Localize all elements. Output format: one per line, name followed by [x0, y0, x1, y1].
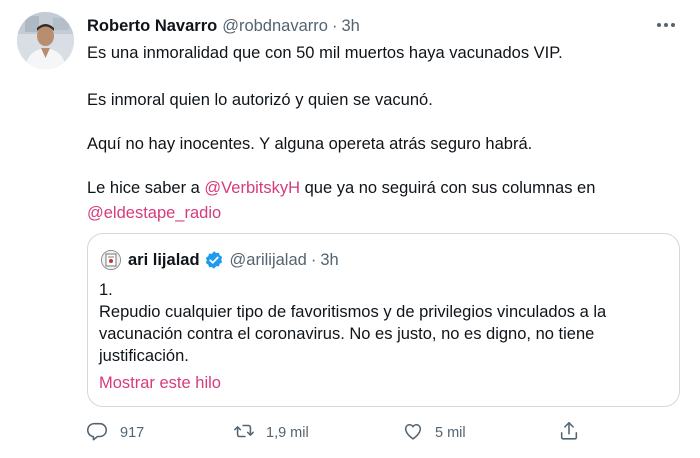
quoted-timestamp: 3h	[320, 250, 339, 269]
author-name[interactable]: Roberto Navarro	[87, 17, 217, 36]
share-icon	[558, 420, 580, 446]
show-thread-link[interactable]: Mostrar este hilo	[99, 374, 221, 393]
quoted-author-avatar	[101, 250, 121, 270]
verified-badge-icon	[204, 250, 224, 270]
retweet-icon	[233, 420, 255, 446]
quoted-tweet[interactable]: ari lijalad @arilijalad · 3h 1. Repudio …	[87, 233, 680, 407]
action-bar: 917 1,9 mil 5 mil	[87, 418, 687, 448]
retweet-count: 1,9 mil	[266, 425, 309, 441]
reply-button[interactable]: 917	[87, 418, 144, 448]
quoted-text-line: justificación.	[99, 347, 189, 365]
quoted-header: ari lijalad @arilijalad · 3h	[128, 248, 339, 272]
mention-link[interactable]: @eldestape_radio	[87, 204, 221, 222]
quoted-text-line: vacunación contra el coronavirus. No es …	[99, 325, 595, 343]
share-button[interactable]	[558, 418, 580, 448]
retweet-button[interactable]: 1,9 mil	[233, 418, 309, 448]
heart-icon	[402, 420, 424, 446]
separator-dot: ·	[331, 16, 338, 35]
author-handle[interactable]: @robdnavarro	[222, 17, 328, 36]
more-button[interactable]	[652, 12, 680, 36]
separator-dot: ·	[310, 250, 317, 269]
author-avatar[interactable]	[17, 12, 74, 69]
tweet-paragraph: Le hice saber a @VerbitskyH que ya no se…	[87, 177, 595, 199]
reply-icon	[87, 420, 109, 446]
tweet-paragraph: @eldestape_radio	[87, 202, 221, 224]
reply-count: 917	[120, 425, 145, 441]
text-segment: que ya no seguirá con sus columnas en	[300, 179, 596, 197]
quoted-author-handle: @arilijalad	[229, 250, 307, 269]
tweet-header: Roberto Navarro @robdnavarro · 3h	[87, 15, 360, 37]
tweet[interactable]: Roberto Navarro @robdnavarro · 3h Es una…	[0, 0, 700, 458]
tweet-paragraph: Aquí no hay inocentes. Y alguna opereta …	[87, 135, 533, 153]
mention-link[interactable]: @VerbitskyH	[204, 179, 300, 197]
text-segment: Le hice saber a	[87, 179, 205, 197]
more-horizontal-icon	[656, 15, 676, 33]
quoted-author-name: ari lijalad	[128, 250, 200, 269]
like-button[interactable]: 5 mil	[402, 418, 466, 448]
tweet-timestamp[interactable]: 3h	[341, 17, 359, 36]
quoted-text-line: 1.	[99, 281, 113, 299]
like-count: 5 mil	[435, 425, 466, 441]
tweet-paragraph: Es una inmoralidad que con 50 mil muerto…	[87, 44, 563, 62]
quoted-text-line: Repudio cualquier tipo de favoritismos y…	[99, 303, 607, 321]
tweet-paragraph: Es inmoral quien lo autorizó y quien se …	[87, 91, 433, 109]
